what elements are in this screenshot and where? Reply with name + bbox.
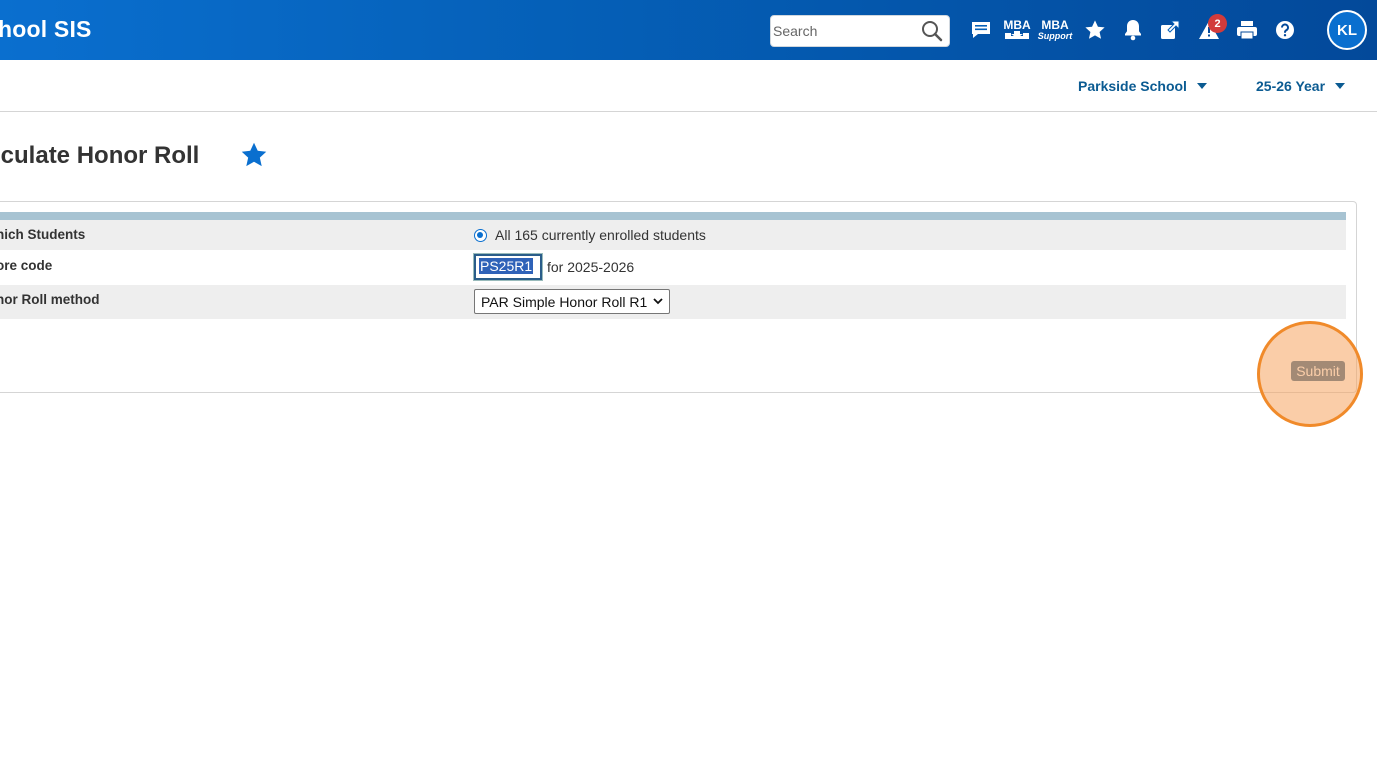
messages-icon[interactable] [969,14,993,46]
mba-label: MBA [1003,18,1031,32]
mba-tray-icon [1005,31,1029,39]
school-selector-label: Parkside School [1078,78,1187,94]
app-title: hool SIS [0,16,92,42]
notifications-bell-icon[interactable] [1121,14,1145,46]
which-students-label: hich Students [0,227,86,242]
store-code-input[interactable]: PS25R1 [473,253,543,281]
which-students-value: All 165 currently enrolled students [474,227,706,243]
store-code-label: ore code [0,258,53,273]
page-title: lculate Honor Roll [0,142,200,169]
mba-support-label: MBA [1041,18,1069,32]
term-selector-label: 25-26 Year [1256,78,1326,94]
honor-roll-method-label: nor Roll method [0,292,100,307]
alerts-count-badge: 2 [1208,14,1227,33]
form-row-store-code: ore code PS25R1 for 2025-2026 [0,250,1346,285]
honor-roll-method-value: PAR Simple Honor Roll R1 [474,289,671,314]
store-code-value: PS25R1 for 2025-2026 [473,253,635,281]
search-input[interactable] [773,20,913,42]
school-selector[interactable]: Parkside School [1078,78,1207,94]
all-students-radio[interactable] [474,228,487,242]
store-code-suffix: for 2025-2026 [547,259,635,275]
term-selector[interactable]: 25-26 Year [1256,78,1346,94]
avatar[interactable]: KL [1327,10,1367,50]
printer-icon[interactable] [1235,14,1259,46]
mba-support-icon[interactable]: MBA Support [1037,14,1073,46]
form-row-honor-roll-method: nor Roll method PAR Simple Honor Roll R1 [0,285,1346,319]
all-students-radio-label: All 165 currently enrolled students [495,227,706,243]
honor-roll-method-select[interactable]: PAR Simple Honor Roll R1 [474,289,671,314]
help-icon[interactable] [1273,14,1297,46]
mba-support-sub: Support [1037,31,1073,41]
scope-bar: Parkside School 25-26 Year [0,60,1377,112]
form-header-bar [0,212,1346,220]
honor-roll-method-selected: PAR Simple Honor Roll R1 [481,293,648,310]
top-header: hool SIS MBA MBA Support 2 KL [0,0,1377,60]
store-code-input-text: PS25R1 [479,258,534,274]
chevron-down-icon [653,298,663,305]
form-row-which-students: hich Students All 165 currently enrolled… [0,220,1346,250]
favorite-star-icon[interactable] [240,141,268,174]
caret-down-icon [1335,83,1346,89]
mba-icon[interactable]: MBA [1003,14,1031,46]
search-icon[interactable] [921,20,943,42]
external-link-icon[interactable] [1158,14,1182,46]
caret-down-icon [1196,83,1207,89]
submit-button[interactable]: Submit [1291,361,1345,381]
favorites-star-icon[interactable] [1083,14,1107,46]
search-box[interactable] [770,15,950,47]
